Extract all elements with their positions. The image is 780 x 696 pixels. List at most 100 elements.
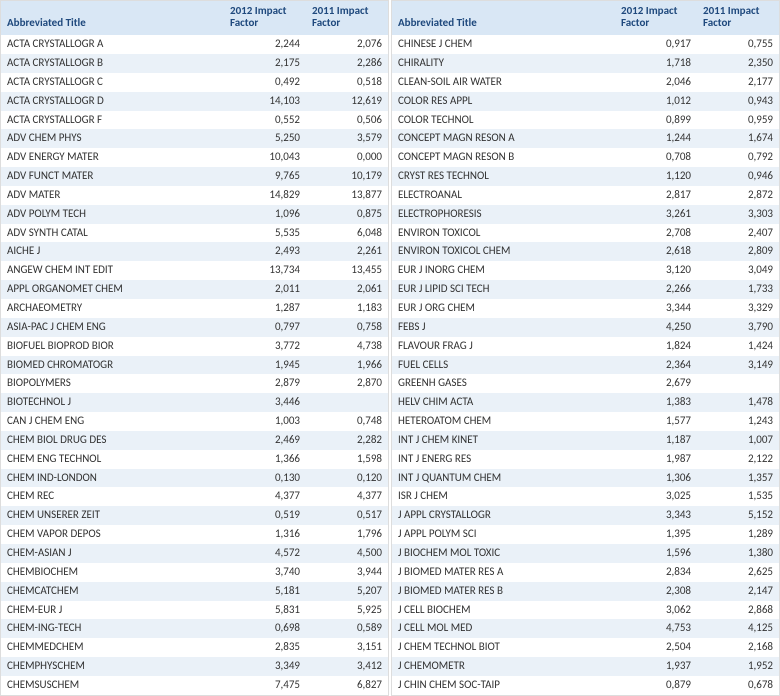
cell-2012: 2,469 bbox=[224, 431, 306, 450]
cell-2012: 0,552 bbox=[224, 111, 306, 130]
cell-2012: 0,519 bbox=[224, 506, 306, 525]
cell-2012: 2,011 bbox=[224, 280, 306, 299]
cell-2011: 10,179 bbox=[306, 167, 388, 186]
cell-2011: 1,674 bbox=[697, 129, 779, 148]
cell-2011: 2,282 bbox=[306, 431, 388, 450]
table-row: ADV POLYM TECH1,0960,875 bbox=[1, 205, 388, 224]
cell-title: J BIOCHEM MOL TOXIC bbox=[392, 544, 615, 563]
cell-2011: 2,147 bbox=[697, 582, 779, 601]
cell-title: J APPL POLYM SCI bbox=[392, 525, 615, 544]
cell-2012: 1,120 bbox=[615, 167, 697, 186]
table-row: ACTA CRYSTALLOGR D14,10312,619 bbox=[1, 92, 388, 111]
cell-title: ADV MATER bbox=[1, 186, 224, 205]
cell-2011: 1,535 bbox=[697, 487, 779, 506]
cell-title: ASIA-PAC J CHEM ENG bbox=[1, 318, 224, 337]
cell-2011: 3,049 bbox=[697, 261, 779, 280]
cell-2011: 2,168 bbox=[697, 638, 779, 657]
header-2011: 2011 ImpactFactor bbox=[306, 1, 388, 35]
cell-2011: 2,809 bbox=[697, 242, 779, 261]
table-row: HETEROATOM CHEM1,5771,243 bbox=[392, 412, 779, 431]
table-row: ANGEW CHEM INT EDIT13,73413,455 bbox=[1, 261, 388, 280]
cell-title: CHEMBIOCHEM bbox=[1, 563, 224, 582]
cell-2011: 2,076 bbox=[306, 35, 388, 54]
cell-title: EUR J LIPID SCI TECH bbox=[392, 280, 615, 299]
cell-title: ELECTROPHORESIS bbox=[392, 205, 615, 224]
cell-title: CHIRALITY bbox=[392, 54, 615, 73]
table-row: CHEM-EUR J5,8315,925 bbox=[1, 601, 388, 620]
cell-title: ADV CHEM PHYS bbox=[1, 129, 224, 148]
cell-2011: 1,952 bbox=[697, 657, 779, 676]
table-row: EUR J ORG CHEM3,3443,329 bbox=[392, 299, 779, 318]
cell-title: BIOMED CHROMATOGR bbox=[1, 356, 224, 375]
table-row: CHEMPHYSCHEM3,3493,412 bbox=[1, 657, 388, 676]
table-row: FLAVOUR FRAG J1,8241,424 bbox=[392, 337, 779, 356]
header-row: Abbreviated Title 2012 ImpactFactor 2011… bbox=[1, 1, 388, 35]
table-row: COLOR RES APPL1,0120,943 bbox=[392, 92, 779, 111]
cell-title: CHEM BIOL DRUG DES bbox=[1, 431, 224, 450]
cell-2012: 3,772 bbox=[224, 337, 306, 356]
cell-title: FLAVOUR FRAG J bbox=[392, 337, 615, 356]
cell-title: ACTA CRYSTALLOGR C bbox=[1, 73, 224, 92]
cell-title: BIOTECHNOL J bbox=[1, 393, 224, 412]
cell-2012: 2,834 bbox=[615, 563, 697, 582]
cell-title: CHINESE J CHEM bbox=[392, 35, 615, 54]
cell-title: J BIOMED MATER RES B bbox=[392, 582, 615, 601]
table-row: CONCEPT MAGN RESON A1,2441,674 bbox=[392, 129, 779, 148]
table-row: J APPL CRYSTALLOGR3,3435,152 bbox=[392, 506, 779, 525]
cell-2011: 1,598 bbox=[306, 450, 388, 469]
cell-2011: 0,755 bbox=[697, 35, 779, 54]
cell-2011: 0,946 bbox=[697, 167, 779, 186]
cell-2011: 13,455 bbox=[306, 261, 388, 280]
cell-2012: 2,504 bbox=[615, 638, 697, 657]
table-row: J BIOCHEM MOL TOXIC1,5961,380 bbox=[392, 544, 779, 563]
table-row: ADV MATER14,82913,877 bbox=[1, 186, 388, 205]
cell-2011: 2,868 bbox=[697, 601, 779, 620]
cell-2012: 1,096 bbox=[224, 205, 306, 224]
cell-2011: 1,357 bbox=[697, 469, 779, 488]
cell-title: CHEM ENG TECHNOL bbox=[1, 450, 224, 469]
cell-title: CHEM UNSERER ZEIT bbox=[1, 506, 224, 525]
cell-2012: 5,831 bbox=[224, 601, 306, 620]
cell-title: COLOR TECHNOL bbox=[392, 111, 615, 130]
cell-2012: 2,679 bbox=[615, 374, 697, 393]
cell-title: ADV ENERGY MATER bbox=[1, 148, 224, 167]
cell-2012: 2,244 bbox=[224, 35, 306, 54]
table-row: ARCHAEOMETRY1,2871,183 bbox=[1, 299, 388, 318]
cell-2011: 0,792 bbox=[697, 148, 779, 167]
cell-title: CAN J CHEM ENG bbox=[1, 412, 224, 431]
table-row: BIOFUEL BIOPROD BIOR3,7724,738 bbox=[1, 337, 388, 356]
cell-title: J CELL MOL MED bbox=[392, 619, 615, 638]
table-row: BIOMED CHROMATOGR1,9451,966 bbox=[1, 356, 388, 375]
header-2011: 2011 ImpactFactor bbox=[697, 1, 779, 35]
cell-2012: 5,181 bbox=[224, 582, 306, 601]
cell-2012: 2,835 bbox=[224, 638, 306, 657]
table-row: CHINESE J CHEM0,9170,755 bbox=[392, 35, 779, 54]
table-row: J APPL POLYM SCI1,3951,289 bbox=[392, 525, 779, 544]
cell-2011: 2,177 bbox=[697, 73, 779, 92]
cell-2011: 1,733 bbox=[697, 280, 779, 299]
table-row: CONCEPT MAGN RESON B0,7080,792 bbox=[392, 148, 779, 167]
cell-2012: 1,244 bbox=[615, 129, 697, 148]
table-row: CHEM BIOL DRUG DES2,4692,282 bbox=[1, 431, 388, 450]
cell-2011: 2,350 bbox=[697, 54, 779, 73]
table-row: CHEM IND-LONDON0,1300,120 bbox=[1, 469, 388, 488]
cell-2012: 7,475 bbox=[224, 676, 306, 695]
cell-2011: 5,925 bbox=[306, 601, 388, 620]
cell-2012: 1,824 bbox=[615, 337, 697, 356]
cell-title: BIOFUEL BIOPROD BIOR bbox=[1, 337, 224, 356]
table-row: J BIOMED MATER RES B2,3082,147 bbox=[392, 582, 779, 601]
cell-2012: 3,025 bbox=[615, 487, 697, 506]
cell-title: ADV POLYM TECH bbox=[1, 205, 224, 224]
table-row: J CHEMOMETR1,9371,952 bbox=[392, 657, 779, 676]
cell-title: ADV FUNCT MATER bbox=[1, 167, 224, 186]
table-row: J BIOMED MATER RES A2,8342,625 bbox=[392, 563, 779, 582]
header-2012: 2012 ImpactFactor bbox=[615, 1, 697, 35]
table-row: CHEM REC4,3774,377 bbox=[1, 487, 388, 506]
cell-2011: 0,943 bbox=[697, 92, 779, 111]
cell-2011: 0,758 bbox=[306, 318, 388, 337]
cell-2011: 3,303 bbox=[697, 205, 779, 224]
cell-title: CHEMPHYSCHEM bbox=[1, 657, 224, 676]
cell-2011: 0,517 bbox=[306, 506, 388, 525]
cell-2012: 1,187 bbox=[615, 431, 697, 450]
table-row: ENVIRON TOXICOL CHEM2,6182,809 bbox=[392, 242, 779, 261]
